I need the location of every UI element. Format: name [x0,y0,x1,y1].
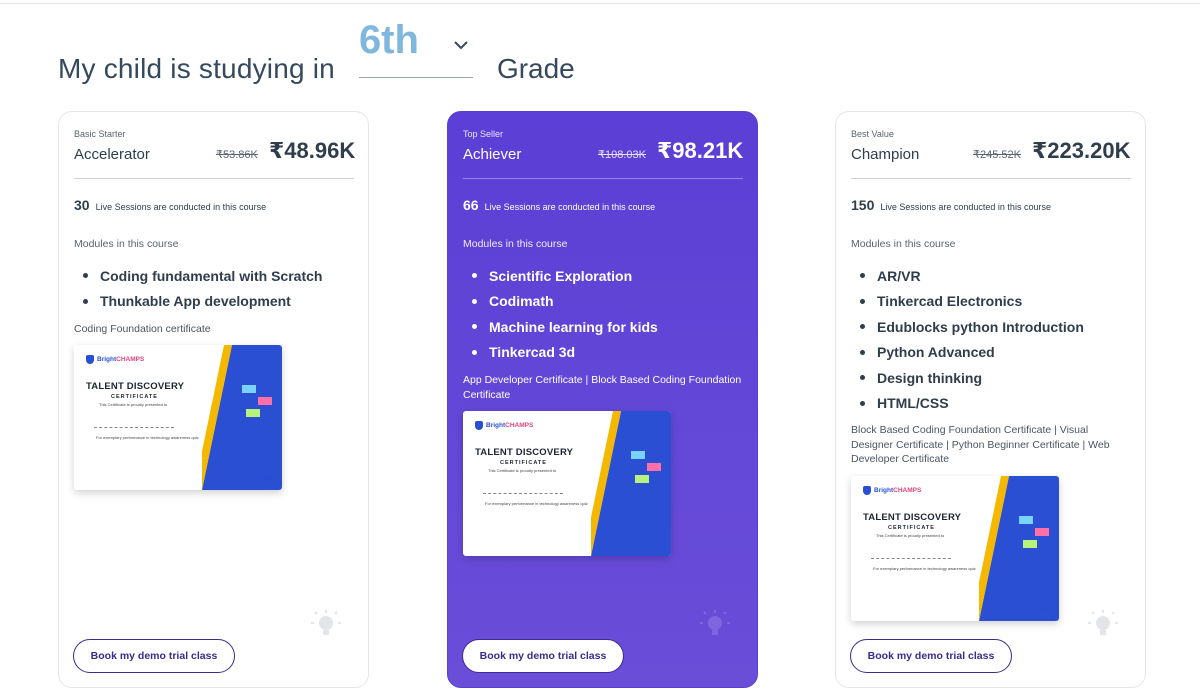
certificate-badges: IIT IIM [1034,607,1049,613]
certificate-brand: Bright CHAMPS [863,486,921,495]
chevron-down-icon [454,41,468,50]
plan-tag: Best Value [851,129,894,139]
certificate-title: TALENT DISCOVERY [86,381,185,392]
certificate-reason: For exemplary performance in technology … [485,501,588,506]
old-price: ₹53.86K [216,149,258,161]
list-item: Tinkercad 3d [472,340,658,366]
plan-card-champion: Best Value Champion ₹245.52K ₹223.20K 15… [835,111,1146,688]
certificate-presented: This Certificate is proudly presented to [876,533,945,538]
modules-list: Scientific Exploration Codimath Machine … [472,263,658,365]
current-price: ₹98.21K [657,138,744,163]
list-item: Thunkable App development [83,289,322,315]
modules-list: Coding fundamental with Scratch Thunkabl… [83,263,322,314]
plan-card-achiever: Top Seller Achiever ₹108.03K ₹98.21K 66 … [447,111,758,688]
certificate-artwork [591,411,671,556]
list-item: Scientific Exploration [472,263,658,289]
certificate-name-line [94,427,174,428]
card-divider [851,178,1131,179]
plan-tag: Basic Starter [74,129,126,139]
book-demo-button[interactable]: Book my demo trial class [73,639,235,673]
certificate-image: Bright CHAMPS TALENT DISCOVERY CERTIFICAT… [851,476,1059,621]
current-price: ₹223.20K [1032,138,1131,163]
shield-icon [863,486,871,495]
certificate-presented: This Certificate is proudly presented to [99,402,168,407]
sessions-text: Live Sessions are conducted in this cour… [880,202,1051,212]
plan-name: Accelerator [74,146,150,163]
certificate-badges: IIT IIM [257,476,272,482]
list-item: AR/VR [860,263,1084,289]
list-item: Codimath [472,289,658,315]
lightbulb-icon [1088,610,1118,635]
sessions-info: 66 Live Sessions are conducted in this c… [463,197,655,213]
sessions-text: Live Sessions are conducted in this cour… [95,202,267,212]
shield-icon [86,355,94,364]
current-price: ₹48.96K [269,138,356,163]
list-item: Design thinking [860,365,1084,391]
sessions-count: 66 [463,197,479,213]
plan-card-accelerator: Basic Starter Accelerator ₹53.86K ₹48.96… [58,111,369,688]
certificate-presented: This Certificate is proudly presented to [488,468,557,473]
list-item: Python Advanced [860,340,1084,366]
sessions-text: Live Sessions are conducted in this cour… [484,202,656,212]
heading-tail: Grade [496,53,575,84]
list-item: HTML/CSS [860,391,1084,417]
sessions-count: 150 [851,197,875,213]
certificate-brand: Bright CHAMPS [86,355,144,364]
sessions-info: 30 Live Sessions are conducted in this c… [74,197,266,213]
plan-name: Achiever [463,146,522,163]
plan-name: Champion [851,146,920,163]
card-divider [463,178,743,179]
modules-heading: Modules in this course [851,238,956,250]
old-price: ₹108.03K [598,149,646,161]
grade-dropdown[interactable]: 6th [358,18,473,78]
certificate-subtitle: CERTIFICATE [111,394,158,400]
certificate-badges: IIT IIM [646,542,661,548]
certificate-label: Coding Foundation certificate [74,323,211,335]
modules-heading: Modules in this course [463,238,568,250]
shield-icon [475,421,483,430]
sessions-info: 150 Live Sessions are conducted in this … [851,197,1051,213]
lightbulb-icon [700,610,730,635]
modules-heading: Modules in this course [74,238,179,250]
certificate-name-line [871,558,951,559]
certificate-subtitle: CERTIFICATE [888,525,935,531]
certificate-artwork [979,476,1059,621]
pricing-page: My child is studying in 6th Grade Basic … [0,0,1200,700]
top-divider [0,3,1200,4]
certificate-brand: Bright CHAMPS [475,421,533,430]
certificate-reason: For exemplary performance in technology … [873,566,976,571]
list-item: Machine learning for kids [472,314,658,340]
lightbulb-icon [311,610,341,635]
certificate-name-line [483,493,563,494]
certificate-label: Block Based Coding Foundation Certificat… [851,424,1110,465]
grade-heading: My child is studying in 6th Grade [58,18,575,85]
certificate-title: TALENT DISCOVERY [475,447,574,458]
list-item: Edublocks python Introduction [860,314,1084,340]
certificate-title: TALENT DISCOVERY [863,512,962,523]
certificate-label: App Developer Certificate | Block Based … [463,374,742,401]
sessions-count: 30 [74,197,90,213]
plan-tag: Top Seller [463,129,504,139]
grade-value: 6th [358,18,419,62]
list-item: Coding fundamental with Scratch [83,263,322,289]
modules-list: AR/VR Tinkercad Electronics Edublocks py… [860,263,1084,416]
certificate-image: Bright CHAMPS TALENT DISCOVERY CERTIFICAT… [463,411,671,556]
certificate-reason: For exemplary performance in technology … [96,435,199,440]
certificate-image: Bright CHAMPS TALENT DISCOVERY CERTIFICAT… [74,345,282,490]
heading-lead: My child is studying in [58,53,335,84]
card-divider [74,178,354,179]
certificate-artwork [202,345,282,490]
list-item: Tinkercad Electronics [860,289,1084,315]
book-demo-button[interactable]: Book my demo trial class [850,639,1012,673]
book-demo-button[interactable]: Book my demo trial class [462,639,624,673]
old-price: ₹245.52K [973,149,1021,161]
certificate-subtitle: CERTIFICATE [500,460,547,466]
